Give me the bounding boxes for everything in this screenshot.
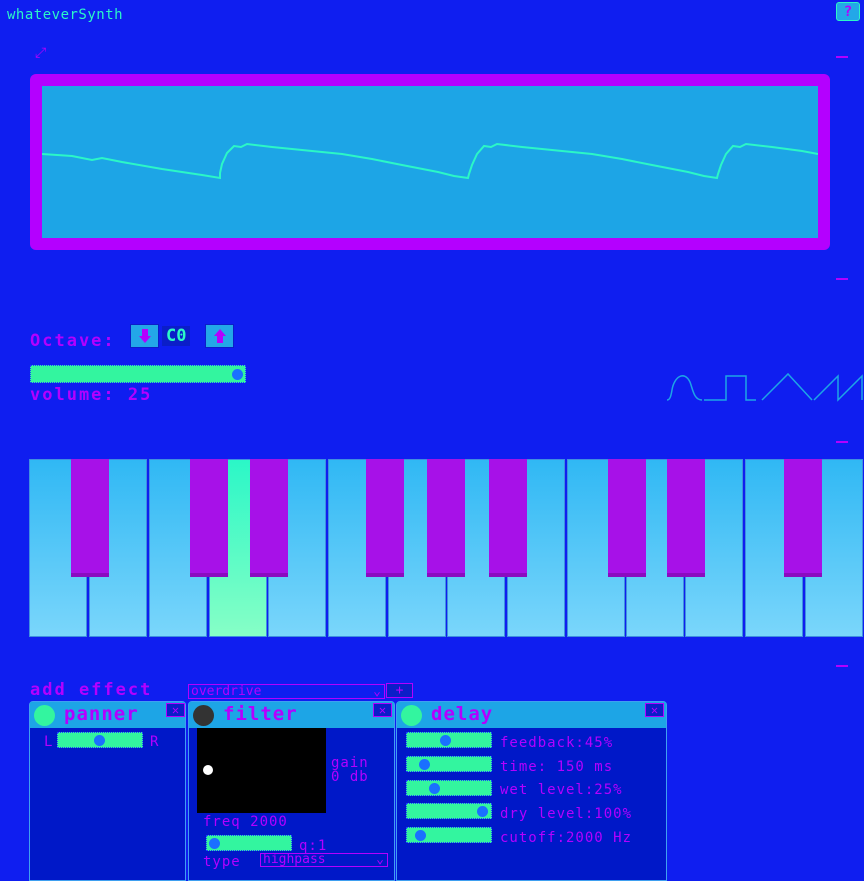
add-effect-label: add effect [30,680,153,700]
wet-level-slider[interactable] [406,780,492,796]
power-toggle-icon[interactable] [34,705,55,726]
piano-keyboard[interactable] [29,459,864,639]
delay-panel: delay ✕ feedback:45% time: 150 ms wet le… [396,701,667,881]
slider-thumb[interactable] [415,830,426,841]
octave-value: C0 [162,326,191,346]
panner-panel: panner ✕ L R [29,701,186,881]
volume-label: volume: 25 [30,385,153,405]
collapse-icon[interactable] [836,278,848,280]
black-key[interactable] [250,459,288,577]
app-title: whateverSynth [7,7,124,23]
filter-header: filter ✕ [189,702,394,728]
delay-header: delay ✕ [397,702,666,728]
slider-thumb[interactable] [419,759,430,770]
black-key[interactable] [71,459,109,577]
volume-slider[interactable] [30,365,246,383]
expand-icon[interactable]: ⤢ [35,45,46,61]
black-key[interactable] [366,459,404,577]
sawtooth-wave-icon[interactable] [813,374,863,402]
help-button[interactable]: ? [836,2,860,21]
octave-up-button[interactable] [205,324,234,348]
cutoff-label: cutoff:2000 Hz [500,830,633,846]
dry-level-label: dry level:100% [500,806,633,822]
slider-thumb[interactable] [477,806,488,817]
filter-type-value: highpass [263,852,326,867]
q-slider[interactable] [206,835,292,851]
sine-wave-icon[interactable] [666,375,703,401]
gain-value: 0 db [331,769,369,785]
type-label: type [203,854,241,870]
collapse-icon[interactable] [836,441,848,443]
waveform-trace [41,142,819,180]
close-button[interactable]: ✕ [645,703,664,717]
freq-label: freq 2000 [203,814,288,830]
add-effect-button[interactable]: + [386,683,413,698]
panel-title: delay [431,703,494,725]
dry-level-slider[interactable] [406,803,492,819]
time-slider[interactable] [406,756,492,772]
black-key[interactable] [489,459,527,577]
panner-header: panner ✕ [30,702,185,728]
arrow-up-icon [213,329,226,343]
octave-down-button[interactable] [130,324,159,348]
feedback-label: feedback:45% [500,735,614,751]
effect-select[interactable]: overdrive ⌄ [188,684,385,699]
close-button[interactable]: ✕ [166,703,185,717]
chevron-down-icon: ⌄ [373,684,381,699]
square-wave-icon[interactable] [704,375,756,401]
slider-thumb[interactable] [440,735,451,746]
black-key[interactable] [667,459,705,577]
black-key[interactable] [190,459,228,577]
pan-slider-thumb[interactable] [94,735,105,746]
cutoff-slider[interactable] [406,827,492,843]
filter-type-select[interactable]: highpass ⌄ [260,853,388,867]
triangle-wave-icon[interactable] [761,372,813,401]
pan-slider[interactable] [57,732,143,748]
time-label: time: 150 ms [500,759,614,775]
black-key[interactable] [427,459,465,577]
chevron-down-icon: ⌄ [376,852,384,867]
collapse-icon[interactable] [836,665,848,667]
black-key[interactable] [608,459,646,577]
black-key[interactable] [784,459,822,577]
waveform-selector[interactable] [666,372,864,408]
q-slider-thumb[interactable] [209,838,220,849]
panel-title: panner [64,703,139,725]
power-toggle-icon[interactable] [401,705,422,726]
filter-pad-handle[interactable] [203,765,213,775]
volume-slider-thumb[interactable] [232,369,243,380]
slider-thumb[interactable] [429,783,440,794]
pan-right-label: R [150,734,160,750]
oscilloscope-display [41,86,819,238]
panel-title: filter [223,703,298,725]
wet-level-label: wet level:25% [500,782,623,798]
effect-select-value: overdrive [191,684,262,699]
octave-label: Octave: [30,331,116,351]
pan-left-label: L [44,734,54,750]
feedback-slider[interactable] [406,732,492,748]
collapse-icon[interactable] [836,56,848,58]
close-button[interactable]: ✕ [373,703,392,717]
arrow-down-icon [138,329,151,343]
filter-xy-pad[interactable] [197,728,326,813]
filter-panel: filter ✕ gain 0 db freq 2000 q:1 type hi… [188,701,395,881]
power-toggle-icon[interactable] [193,705,214,726]
